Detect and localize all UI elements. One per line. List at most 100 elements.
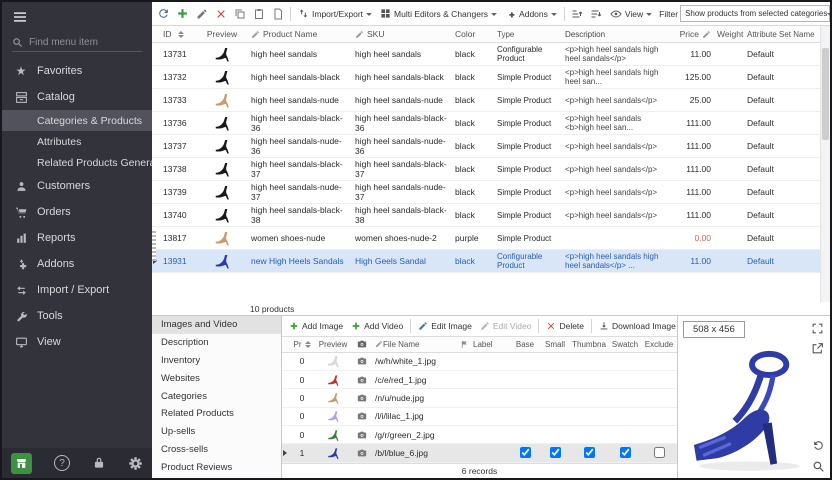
settings-button[interactable] [128, 456, 143, 471]
paste-button[interactable] [250, 5, 267, 23]
column-header-small[interactable]: Small [540, 339, 570, 350]
base-checkbox[interactable] [520, 447, 531, 458]
vertical-scrollbar[interactable] [820, 26, 830, 302]
table-row[interactable]: 13817 women shoes-nude women shoes-nude-… [152, 227, 830, 250]
multi-editors-menu[interactable]: Multi Editors & Changers [377, 4, 500, 24]
tab-up-sells[interactable]: Up-sells [152, 423, 281, 441]
view-menu[interactable]: View [607, 4, 655, 24]
table-row-selected[interactable]: 13931 new High Heels Sandals High Geels … [152, 250, 830, 273]
column-header-weight[interactable]: Weight [714, 26, 744, 42]
table-row[interactable]: 13731 high heel sandals high heel sandal… [152, 43, 830, 66]
sidebar-item-reports[interactable]: Reports [2, 225, 152, 251]
column-header-price[interactable]: Price [672, 26, 714, 42]
table-row[interactable]: 13739 high heel sandals-nude-37 high hee… [152, 181, 830, 204]
add-image-button[interactable]: Add Image [286, 317, 346, 335]
image-row[interactable]: 0 /c/e/red_1.jpg [282, 371, 677, 389]
download-image-button[interactable]: Download Image [596, 317, 677, 335]
sidebar-item-catalog[interactable]: Catalog [2, 84, 152, 110]
refresh-button[interactable] [155, 5, 172, 23]
rotate-icon[interactable] [812, 439, 825, 452]
column-header-position[interactable]: Pr [290, 339, 314, 350]
table-row[interactable]: 13733 high heel sandals-nude high heel s… [152, 89, 830, 112]
help-button[interactable]: ? [54, 455, 70, 471]
column-header-file-name[interactable]: File Name [372, 339, 458, 350]
delete-product-button[interactable] [212, 5, 229, 23]
column-header-type[interactable]: Type [494, 26, 562, 42]
column-header-product-name[interactable]: Product Name [248, 26, 352, 42]
tab-related-products[interactable]: Related Products [152, 405, 281, 423]
thumbnail-checkbox[interactable] [584, 447, 595, 458]
delete-image-button[interactable]: Delete [543, 317, 587, 335]
sort-ascending-button[interactable] [569, 5, 586, 23]
sidebar-search[interactable] [12, 34, 142, 52]
sort-descending-button[interactable] [588, 5, 605, 23]
sidebar: ★ Favorites Catalog Categories & Product… [2, 2, 152, 478]
filter-select[interactable]: Show products from selected categories [680, 5, 830, 22]
sidebar-item-attributes[interactable]: Attributes [2, 131, 152, 152]
column-header-preview[interactable]: Preview [196, 26, 248, 42]
product-thumbnail [214, 183, 231, 201]
column-header-description[interactable]: Description [562, 26, 672, 42]
add-product-button[interactable] [174, 5, 191, 23]
camera-icon [357, 448, 367, 458]
detail-tabs: Images and Video Description Inventory W… [152, 316, 282, 478]
column-header-base[interactable]: Base [510, 339, 540, 350]
column-header-swatch[interactable]: Swatch [608, 339, 642, 350]
column-header-color[interactable]: Color [452, 26, 494, 42]
small-checkbox[interactable] [550, 447, 561, 458]
search-input[interactable] [29, 37, 133, 48]
tab-categories[interactable]: Categories [152, 387, 281, 405]
import-export-menu[interactable]: Import/Export [295, 4, 375, 24]
edit-video-button[interactable]: Edit Video [477, 317, 535, 335]
sidebar-item-favorites[interactable]: ★ Favorites [2, 58, 152, 84]
tab-cross-sells[interactable]: Cross-sells [152, 441, 281, 459]
table-row[interactable]: 13732 high heel sandals-black high heel … [152, 66, 830, 89]
add-video-button[interactable]: Add Video [348, 317, 406, 335]
exclude-checkbox[interactable] [654, 447, 665, 458]
column-header-camera[interactable] [352, 338, 372, 350]
edit-product-button[interactable] [193, 5, 210, 23]
table-row[interactable]: 13740 high heel sandals-black-38 high he… [152, 204, 830, 227]
copy-button[interactable] [231, 5, 248, 23]
sidebar-item-tools[interactable]: Tools [2, 303, 152, 329]
column-header-attribute-set[interactable]: Attribute Set Name [744, 26, 820, 42]
fullscreen-icon[interactable] [811, 322, 824, 335]
column-header-id[interactable]: ID [160, 26, 196, 42]
sidebar-item-customers[interactable]: Customers [2, 173, 152, 199]
edit-image-button[interactable]: Edit Image [415, 317, 475, 335]
image-row[interactable]: 0 /l/i/lilac_1.jpg [282, 408, 677, 426]
image-row[interactable]: 0 /n/u/nude.jpg [282, 389, 677, 407]
swatch-checkbox[interactable] [620, 447, 631, 458]
store-button[interactable] [11, 453, 32, 474]
column-header-exclude[interactable]: Exclude [642, 339, 676, 350]
document-button[interactable] [269, 5, 286, 23]
sidebar-item-related-products-generator[interactable]: Related Products Generator [2, 152, 152, 173]
panel-splitter-handle[interactable] [152, 231, 156, 261]
column-header-label[interactable]: Label [470, 339, 510, 350]
column-header-flag[interactable] [458, 340, 470, 349]
table-row[interactable]: 13736 high heel sandals-black-36 high he… [152, 112, 830, 135]
sidebar-item-categories-products[interactable]: Categories & Products [2, 110, 152, 131]
table-row[interactable]: 13738 high heel sandals-black-37 high he… [152, 158, 830, 181]
column-header-sku[interactable]: SKU [352, 26, 452, 42]
sidebar-item-addons[interactable]: Addons [2, 251, 152, 277]
lock-button[interactable] [92, 456, 106, 470]
zoom-icon[interactable] [812, 460, 825, 473]
tab-description[interactable]: Description [152, 334, 281, 352]
image-row[interactable]: 0 /g/r/green_2.jpg [282, 426, 677, 444]
image-row-selected[interactable]: 1 /b/l/blue_6.jpg [282, 444, 677, 462]
tab-images-and-video[interactable]: Images and Video [152, 316, 281, 334]
column-header-thumbnail[interactable]: Thumbna [570, 339, 608, 350]
tab-inventory[interactable]: Inventory [152, 352, 281, 370]
scrollbar-thumb[interactable] [822, 48, 829, 140]
sidebar-item-import-export[interactable]: Import / Export [2, 277, 152, 303]
sidebar-item-view[interactable]: View [2, 329, 152, 355]
image-row[interactable]: 0 /w/h/white_1.jpg [282, 353, 677, 371]
sidebar-item-orders[interactable]: Orders [2, 199, 152, 225]
menu-icon[interactable] [2, 2, 152, 32]
tab-websites[interactable]: Websites [152, 369, 281, 387]
column-header-preview[interactable]: Preview [314, 339, 352, 350]
addons-menu[interactable]: Addons [502, 4, 560, 24]
tab-product-reviews[interactable]: Product Reviews [152, 458, 281, 476]
table-row[interactable]: 13737 high heel sandals-nude-36 high hee… [152, 135, 830, 158]
